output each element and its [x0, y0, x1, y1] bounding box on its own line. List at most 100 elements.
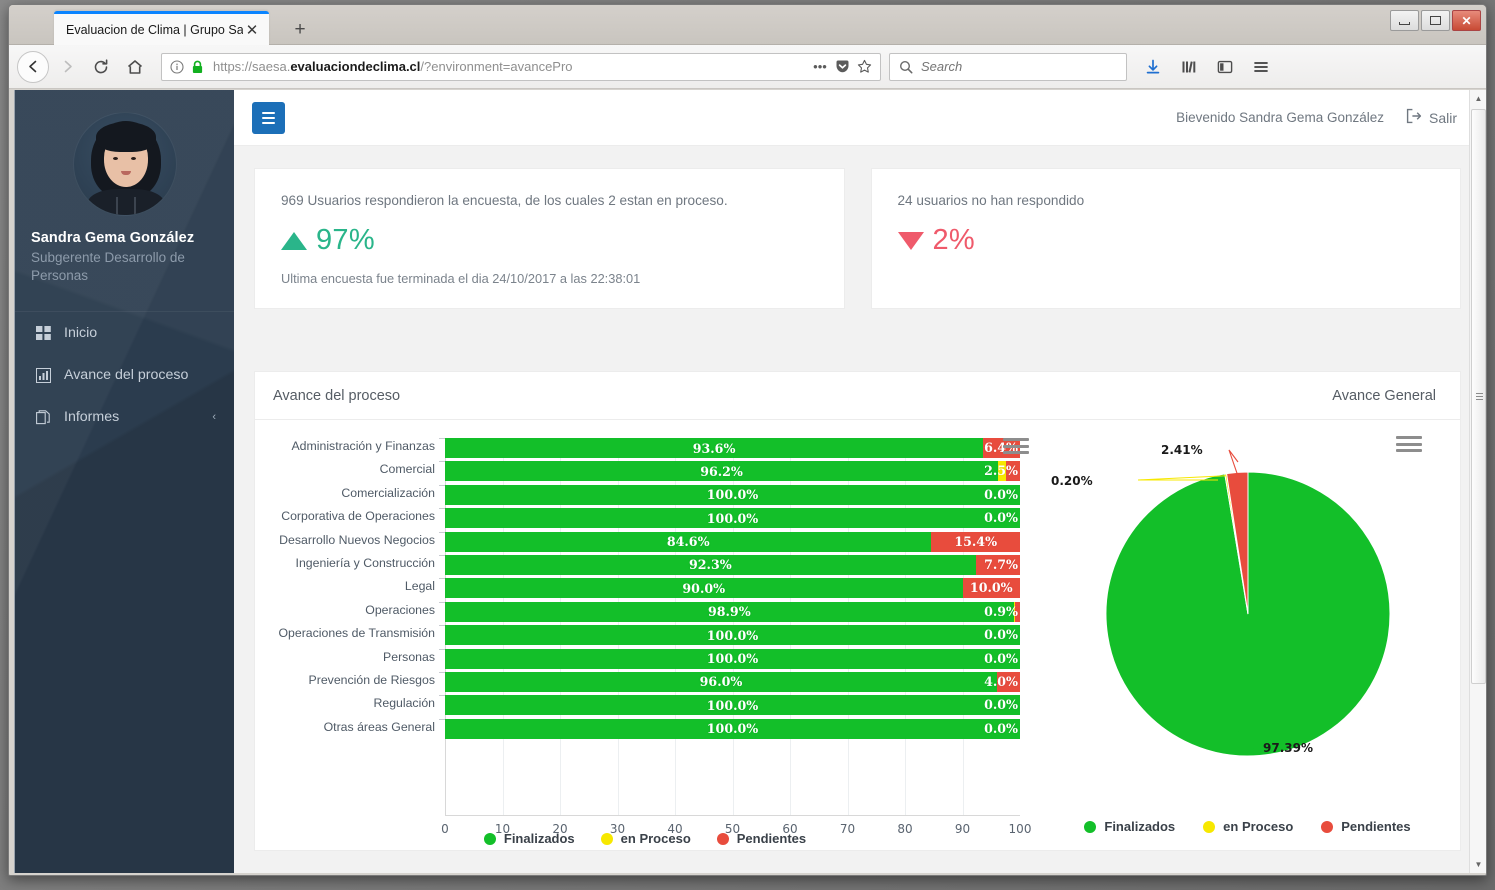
- legend-item[interactable]: en Proceso: [1203, 819, 1293, 834]
- search-input[interactable]: [921, 59, 1120, 74]
- window-close-button[interactable]: ✕: [1452, 10, 1481, 31]
- user-role: Subgerente Desarrollo de Personas: [31, 250, 185, 284]
- sidebar-toggle-icon[interactable]: [1209, 51, 1241, 83]
- bar-label-finalizados: 100.0%: [706, 487, 759, 503]
- stacked-bar-chart: Administración y Finanzas 93.6% 6.4% Comerc…: [255, 420, 1035, 850]
- reload-icon[interactable]: [85, 51, 117, 83]
- bar-segment-finalizados[interactable]: 100.0%: [445, 625, 1020, 646]
- y-axis-tick: [439, 461, 445, 463]
- pie-data-label: 97.39%: [1263, 741, 1313, 755]
- bar-category-label: Comercial: [379, 462, 435, 477]
- legend-item[interactable]: Finalizados: [1084, 819, 1175, 834]
- bookmark-star-icon[interactable]: [853, 56, 875, 78]
- sidebar-item-avance-del-proceso[interactable]: Avance del proceso: [15, 354, 234, 396]
- chart-panel-body: Administración y Finanzas 93.6% 6.4% Comerc…: [255, 420, 1460, 850]
- page-scroll-area: 969 Usuarios respondieron la encuesta, d…: [234, 146, 1483, 873]
- scroll-up-arrow-icon[interactable]: ▲: [1470, 90, 1486, 107]
- bar-category-label: Personas: [383, 649, 435, 664]
- bar-segment-finalizados[interactable]: 92.3%: [445, 554, 976, 575]
- search-bar[interactable]: [889, 52, 1127, 81]
- legend-label: en Proceso: [620, 831, 691, 846]
- close-icon[interactable]: ✕: [243, 21, 261, 39]
- bar-chart-row[interactable]: Corporativa de Operaciones 100.0% 0.0%: [281, 508, 1020, 529]
- copy-files-icon: [35, 410, 52, 425]
- bar-segment-finalizados[interactable]: 98.9%: [445, 601, 1014, 622]
- bar-category-label: Operaciones: [365, 602, 435, 617]
- legend-item[interactable]: Pendientes: [1321, 819, 1411, 834]
- y-axis-tick: [439, 648, 445, 650]
- logout-label: Salir: [1428, 109, 1457, 126]
- pie-chart-legend: Finalizados en Proceso Pendientes: [1035, 819, 1460, 834]
- bar-category-label: Comercialización: [341, 485, 435, 500]
- bar-segment-finalizados[interactable]: 93.6%: [445, 438, 984, 458]
- forward-icon[interactable]: [51, 51, 83, 83]
- bar-chart-row[interactable]: Operaciones 98.9% 0.9%: [365, 601, 1020, 622]
- stat-value-group: 2%: [897, 224, 1435, 257]
- y-axis-tick: [439, 601, 445, 603]
- sidebar-item-inicio[interactable]: Inicio: [15, 312, 234, 354]
- sidebar-item-label: Informes: [64, 409, 120, 426]
- logout-button[interactable]: Salir: [1406, 108, 1457, 127]
- bar-chart-row[interactable]: Prevención de Riesgos 96.0% 4.0%: [309, 671, 1020, 692]
- triangle-up-icon: [281, 231, 307, 250]
- back-icon[interactable]: [17, 50, 49, 83]
- bar-label-pendientes: 10.0%: [969, 580, 1013, 596]
- sidebar-item-informes[interactable]: Informes ‹: [15, 396, 234, 438]
- logout-icon: [1406, 108, 1422, 127]
- bar-chart-row[interactable]: Administración y Finanzas 93.6% 6.4%: [291, 438, 1020, 458]
- bar-segment-finalizados[interactable]: 90.0%: [445, 578, 963, 599]
- bar-segment-finalizados[interactable]: 100.0%: [445, 484, 1020, 505]
- bar-category-label: Otras áreas General: [323, 719, 435, 734]
- bar-chart-row[interactable]: Legal 90.0% 10.0%: [405, 578, 1020, 599]
- page-scrollbar-vertical[interactable]: ▲ ▼: [1469, 90, 1486, 873]
- grid-icon: [35, 325, 52, 341]
- minimize-button[interactable]: [1390, 10, 1419, 31]
- chart-export-menu-icon[interactable]: [1003, 436, 1029, 456]
- menu-toggle-button[interactable]: [252, 101, 285, 134]
- pocket-icon[interactable]: [831, 56, 853, 78]
- address-bar[interactable]: https://saesa.evaluaciondeclima.cl/?envi…: [161, 52, 881, 81]
- bar-chart-row[interactable]: Otras áreas General 100.0% 0.0%: [324, 718, 1020, 739]
- bar-label-finalizados: 96.0%: [699, 674, 743, 690]
- bar-chart-row[interactable]: Personas 100.0% 0.0%: [383, 648, 1020, 669]
- bar-label-finalizados: 100.0%: [706, 627, 759, 643]
- browser-tab[interactable]: Evaluacion de Clima | Grupo Saesa ✕: [54, 11, 269, 45]
- pie-chart: 97.39% 0.20% 2.41% Finalizados en Proceso Pe…: [1035, 420, 1460, 850]
- bar-chart-row[interactable]: Comercialización 100.0% 0.0%: [341, 484, 1020, 505]
- home-icon[interactable]: [119, 51, 151, 83]
- legend-item[interactable]: Pendientes: [716, 831, 806, 846]
- chart-panel-title: Avance del proceso: [273, 387, 401, 404]
- legend-item[interactable]: Finalizados: [483, 831, 575, 846]
- stat-card-no-respondido: 24 usuarios no han respondido 2%: [870, 168, 1461, 309]
- maximize-button[interactable]: [1421, 10, 1450, 31]
- scroll-down-arrow-icon[interactable]: ▼: [1470, 856, 1486, 873]
- new-tab-button[interactable]: +: [287, 18, 313, 42]
- bar-chart-row[interactable]: Operaciones de Transmisión 100.0% 0.0%: [278, 625, 1020, 646]
- bar-segment-finalizados[interactable]: 84.6%: [445, 531, 932, 552]
- page-actions-icon[interactable]: •••: [809, 56, 831, 78]
- library-icon[interactable]: [1173, 51, 1205, 83]
- bar-segment-finalizados[interactable]: 100.0%: [445, 695, 1020, 716]
- user-name: Sandra Gema González: [31, 230, 195, 246]
- bar-chart-row[interactable]: Comercial 96.2% 2.5%: [380, 461, 1020, 482]
- stat-percent: 97%: [316, 224, 375, 256]
- legend-item[interactable]: en Proceso: [600, 831, 691, 846]
- bar-chart-row[interactable]: Regulación 100.0% 0.0%: [373, 695, 1020, 716]
- bar-segment-finalizados[interactable]: 96.2%: [445, 461, 999, 482]
- bar-segment-finalizados[interactable]: 100.0%: [445, 508, 1020, 529]
- bar-label-pendientes: 15.4%: [954, 533, 998, 549]
- navigation-toolbar: https://saesa.evaluaciondeclima.cl/?envi…: [9, 45, 1486, 89]
- bar-segment-finalizados[interactable]: 100.0%: [445, 718, 1020, 739]
- avatar: [72, 112, 177, 216]
- scrollbar-thumb[interactable]: [1471, 109, 1486, 684]
- app-menu-icon[interactable]: [1245, 51, 1277, 83]
- bar-category-label: Prevención de Riesgos: [308, 672, 435, 687]
- downloads-icon[interactable]: [1137, 51, 1169, 83]
- bar-chart-row[interactable]: Ingeniería y Construcción 92.3% 7.7%: [296, 554, 1020, 575]
- bar-segment-finalizados[interactable]: 100.0%: [445, 648, 1020, 669]
- page-info-icon[interactable]: [167, 57, 187, 77]
- bar-label-pendientes: 0.0%: [984, 627, 1018, 643]
- legend-color-dot: [483, 832, 496, 845]
- bar-segment-finalizados[interactable]: 96.0%: [445, 671, 997, 692]
- bar-chart-row[interactable]: Desarrollo Nuevos Negocios 84.6% 15.4%: [279, 531, 1020, 552]
